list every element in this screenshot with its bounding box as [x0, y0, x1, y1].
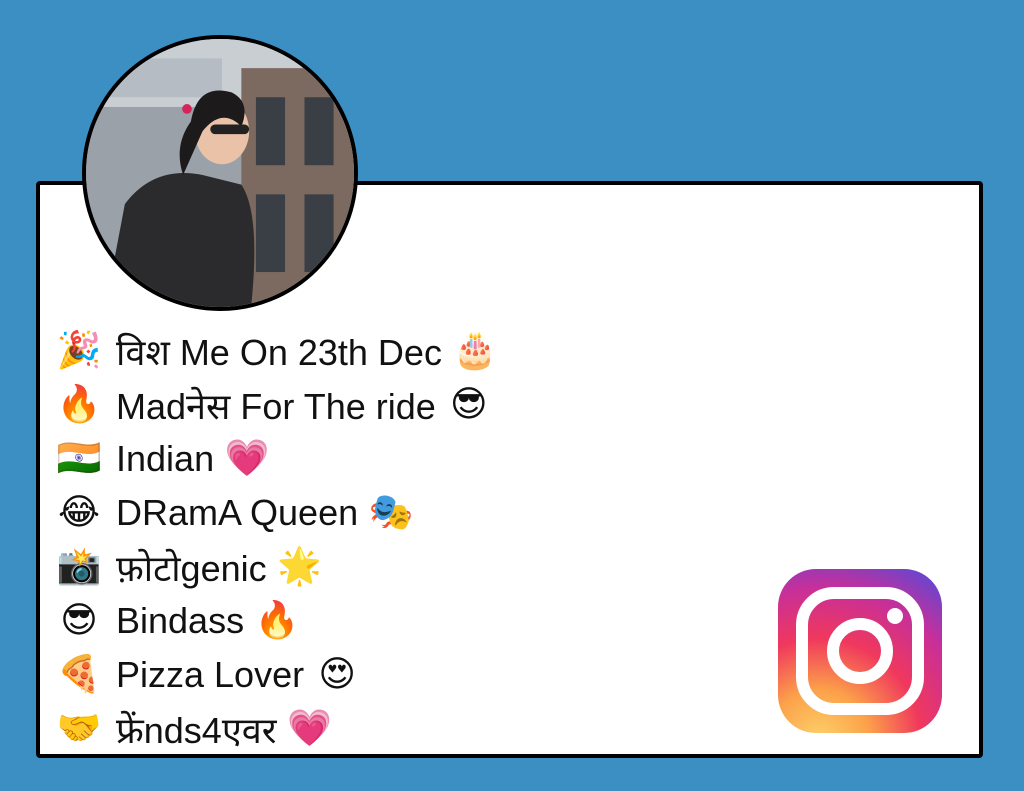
heart-eyes-icon: 😍	[318, 654, 356, 695]
bio-line-text: Bindass	[116, 600, 245, 641]
bio-line-text: Indian	[116, 438, 215, 479]
sunglasses-face-icon: 😎	[60, 600, 98, 641]
party-popper-icon: 🎉	[56, 330, 102, 371]
bio-line-text: विश Me On 23th Dec	[116, 331, 442, 373]
bio-line-text: Pizza Lover	[116, 654, 305, 695]
tears-of-joy-icon: 😂	[57, 492, 101, 533]
avatar	[82, 35, 358, 311]
bio-line: 🎉 विश Me On 23th Dec 🎂	[56, 324, 498, 378]
bio-line: 🔥 Madनेस For The ride 😎	[56, 378, 498, 432]
india-flag-icon: 🇮🇳	[56, 438, 102, 479]
theater-masks-icon: 🎭	[368, 492, 414, 533]
bio-line-text: Madनेस For The ride	[116, 385, 436, 427]
pink-heart-icon: 💗	[287, 708, 332, 749]
fire-icon: 🔥	[254, 600, 300, 641]
bio-line: 🤝 फ्रेंnds4एवर 💗	[56, 702, 498, 756]
glowing-star-icon: 🌟	[277, 546, 323, 587]
bio-line: 📸 फ़ोटोgenic 🌟	[56, 540, 498, 594]
pink-heart-icon: 💗	[224, 438, 270, 479]
camera-flash-icon: 📸	[56, 546, 102, 587]
bio-line: 🇮🇳 Indian 💗	[56, 432, 498, 486]
sunglasses-face-icon: 😎	[450, 384, 488, 425]
bio-line: 😎 Bindass 🔥	[56, 594, 498, 648]
pizza-icon: 🍕	[56, 654, 102, 695]
fire-icon: 🔥	[56, 384, 102, 425]
instagram-logo-icon	[778, 569, 942, 733]
bio-line-text: फ्रेंnds4एवर	[116, 709, 277, 751]
birthday-cake-icon: 🎂	[452, 330, 498, 371]
bio-list: 🎉 विश Me On 23th Dec 🎂 🔥 Madनेस For The …	[56, 324, 498, 756]
handshake-icon: 🤝	[56, 708, 102, 749]
bio-line: 🍕 Pizza Lover 😍	[56, 648, 498, 702]
bio-line-text: फ़ोटोgenic	[116, 547, 267, 589]
bio-line-text: DRamA Queen	[116, 492, 359, 533]
bio-line: 😂 DRamA Queen 🎭	[56, 486, 498, 540]
